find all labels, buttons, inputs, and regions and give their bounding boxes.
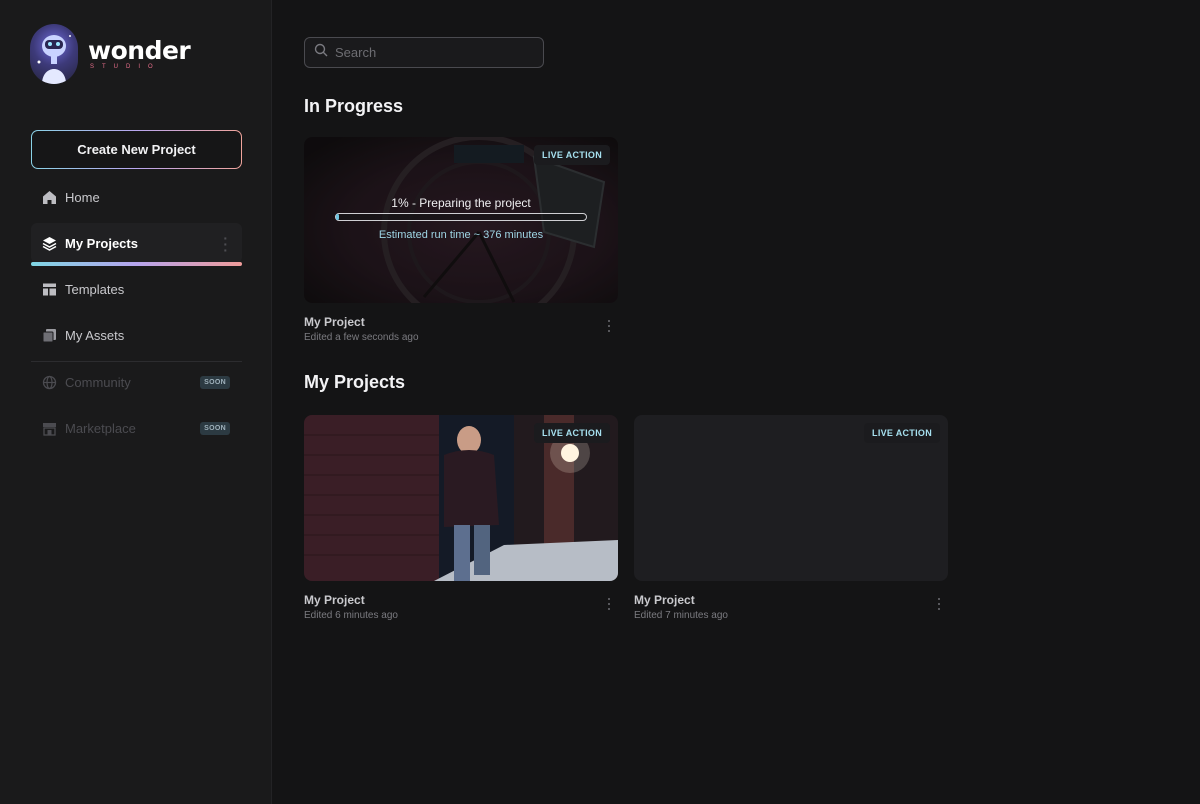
logo-robot-icon — [30, 24, 78, 84]
in-progress-project-card[interactable]: 1% - Preparing the project Estimated run… — [304, 137, 618, 343]
progress-label: 1% - Preparing the project — [391, 196, 531, 210]
live-action-badge: LIVE ACTION — [864, 423, 940, 443]
logo[interactable]: wonder STUDIO — [30, 24, 191, 84]
sidebar-item-home[interactable]: Home — [31, 177, 242, 217]
sidebar-item-marketplace: Marketplace SOON — [31, 408, 242, 448]
sidebar: wonder STUDIO Create New Project Home My… — [0, 0, 272, 804]
search-input[interactable] — [335, 45, 525, 60]
templates-icon — [42, 282, 57, 297]
project-card[interactable]: LIVE ACTION My Project Edited 7 minutes … — [634, 415, 948, 621]
progress-bar — [335, 213, 587, 221]
project-thumbnail[interactable]: 1% - Preparing the project Estimated run… — [304, 137, 618, 303]
live-action-badge: LIVE ACTION — [534, 145, 610, 165]
store-icon — [42, 421, 57, 436]
app: wonder STUDIO Create New Project Home My… — [0, 0, 1200, 804]
sidebar-item-community: Community SOON — [31, 362, 242, 402]
sidebar-item-label: Marketplace — [65, 420, 136, 436]
brand-sub: STUDIO — [90, 64, 161, 70]
sidebar-item-label: Templates — [65, 281, 125, 297]
sidebar-item-my-assets[interactable]: My Assets — [31, 315, 242, 355]
sidebar-item-label: Home — [65, 189, 100, 205]
soon-badge: SOON — [200, 422, 230, 435]
project-edited-time: Edited a few seconds ago — [304, 332, 419, 343]
sidebar-item-my-projects[interactable]: My Projects · · · — [31, 223, 242, 266]
my-projects-heading: My Projects — [304, 372, 406, 392]
create-new-project-button[interactable]: Create New Project — [31, 130, 242, 169]
project-card[interactable]: LIVE ACTION My Project Edited 6 minutes … — [304, 415, 618, 621]
project-thumbnail[interactable]: LIVE ACTION — [634, 415, 948, 581]
in-progress-heading: In Progress — [304, 96, 404, 116]
home-icon — [42, 190, 57, 205]
progress-bar-fill — [336, 214, 339, 220]
search-icon — [314, 43, 328, 62]
more-options-icon[interactable] — [606, 598, 612, 613]
more-options-icon[interactable] — [936, 598, 942, 613]
more-options-icon[interactable] — [606, 320, 612, 335]
sidebar-item-label: Community — [65, 374, 131, 390]
brand-name: wonder — [88, 36, 191, 65]
more-options-icon[interactable]: · · · — [223, 231, 228, 257]
project-title[interactable]: My Project — [634, 593, 695, 607]
project-title[interactable]: My Project — [304, 593, 365, 607]
project-edited-time: Edited 7 minutes ago — [634, 610, 728, 621]
project-thumbnail[interactable]: LIVE ACTION — [304, 415, 618, 581]
live-action-badge: LIVE ACTION — [534, 423, 610, 443]
project-title[interactable]: My Project — [304, 315, 365, 329]
search-box[interactable] — [304, 37, 544, 68]
sidebar-item-label: My Projects — [65, 235, 138, 251]
layers-icon — [42, 236, 57, 251]
soon-badge: SOON — [200, 376, 230, 389]
globe-icon — [42, 375, 57, 390]
progress-eta: Estimated run time ~ 376 minutes — [378, 229, 544, 241]
sidebar-item-templates[interactable]: Templates — [31, 269, 242, 309]
project-edited-time: Edited 6 minutes ago — [304, 610, 398, 621]
assets-icon — [42, 328, 57, 343]
sidebar-item-label: My Assets — [65, 327, 125, 343]
